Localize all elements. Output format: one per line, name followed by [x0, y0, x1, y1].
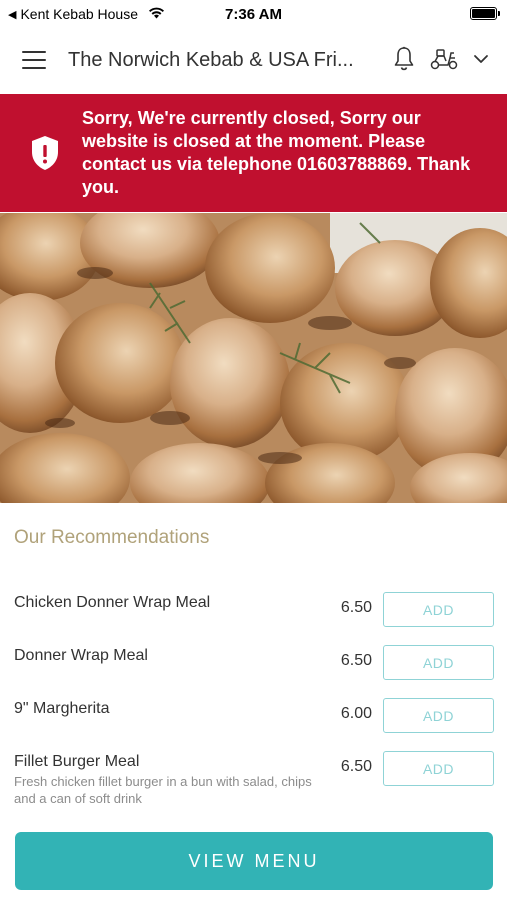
- status-bar: ◀ Kent Kebab House 7:36 AM: [0, 0, 507, 28]
- back-app-label: Kent Kebab House: [20, 6, 138, 22]
- wifi-icon: [148, 6, 165, 22]
- bell-icon[interactable]: [393, 46, 415, 72]
- closed-alert-banner: Sorry, We're currently closed, Sorry our…: [0, 94, 507, 212]
- item-name: Fillet Burger Meal: [14, 753, 140, 770]
- header-actions: [393, 46, 489, 72]
- add-button[interactable]: ADD: [383, 592, 494, 627]
- chevron-down-icon[interactable]: [473, 54, 489, 64]
- item-name: Chicken Donner Wrap Meal: [14, 594, 211, 611]
- add-button[interactable]: ADD: [383, 698, 494, 733]
- item-price: 6.50: [340, 599, 372, 616]
- back-arrow-icon: ◀: [8, 8, 17, 21]
- shield-alert-icon: [32, 136, 58, 170]
- view-menu-button[interactable]: VIEW MENU: [15, 832, 493, 890]
- item-name: 9" Margherita: [14, 700, 110, 717]
- hero-food-image: [0, 213, 507, 503]
- item-description: Fresh chicken fillet burger in a bun wit…: [14, 774, 312, 806]
- list-item: Fillet Burger Meal Fresh chicken fillet …: [0, 749, 507, 809]
- item-price: 6.50: [340, 652, 372, 669]
- recommendations-title: Our Recommendations: [14, 527, 210, 548]
- list-item: Chicken Donner Wrap Meal 6.50 ADD: [0, 590, 507, 643]
- menu-icon[interactable]: [22, 51, 46, 69]
- recommendations-list: Chicken Donner Wrap Meal 6.50 ADD Donner…: [0, 590, 507, 809]
- battery-icon: [470, 7, 500, 20]
- back-to-app[interactable]: ◀ Kent Kebab House: [8, 6, 208, 22]
- closed-message: Sorry, We're currently closed, Sorry our…: [82, 108, 471, 197]
- app-header: The Norwich Kebab & USA Fri...: [0, 28, 507, 92]
- scooter-icon[interactable]: [429, 47, 459, 71]
- item-name: Donner Wrap Meal: [14, 647, 148, 664]
- add-button[interactable]: ADD: [383, 645, 494, 680]
- add-button[interactable]: ADD: [383, 751, 494, 786]
- restaurant-title: The Norwich Kebab & USA Fri...: [68, 48, 354, 71]
- item-price: 6.00: [340, 705, 372, 722]
- list-item: Donner Wrap Meal 6.50 ADD: [0, 643, 507, 696]
- item-price: 6.50: [340, 758, 372, 775]
- list-item: 9" Margherita 6.00 ADD: [0, 696, 507, 749]
